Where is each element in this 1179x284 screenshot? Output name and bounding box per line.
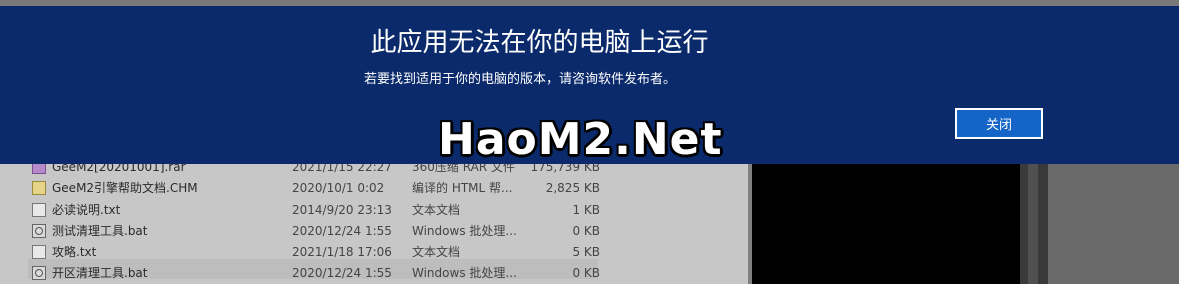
file-type: 文本文档	[412, 203, 461, 217]
batch-file-icon	[32, 224, 46, 238]
file-size: 0 KB	[572, 266, 600, 280]
dialog-title: 此应用无法在你的电脑上运行	[370, 28, 709, 58]
file-list: GeeM2[20201001].rar 2021/1/15 22:27 360压…	[0, 155, 748, 284]
file-row[interactable]: 必读说明.txt 2014/9/20 23:13 文本文档 1 KB	[30, 200, 630, 220]
file-type: Windows 批处理...	[412, 224, 517, 238]
file-type: 编译的 HTML 帮...	[412, 181, 513, 195]
file-date: 2014/9/20 23:13	[292, 203, 392, 217]
file-type: Windows 批处理...	[412, 266, 517, 280]
file-name: 开区清理工具.bat	[52, 266, 148, 280]
file-size: 1 KB	[572, 203, 600, 217]
file-row[interactable]: 测试清理工具.bat 2020/12/24 1:55 Windows 批处理..…	[30, 221, 630, 241]
close-button[interactable]: 关闭	[955, 108, 1043, 139]
watermark-text: HaoM2.Net	[438, 114, 723, 165]
file-size: 0 KB	[572, 224, 600, 238]
dialog-message: 若要找到适用于你的电脑的版本，请咨询软件发布者。	[364, 72, 677, 87]
background-window	[1048, 155, 1179, 284]
text-file-icon	[32, 203, 46, 217]
file-type: 文本文档	[412, 245, 461, 259]
file-size: 2,825 KB	[545, 181, 600, 195]
file-row[interactable]: 开区清理工具.bat 2020/12/24 1:55 Windows 批处理..…	[30, 263, 630, 283]
file-name: 必读说明.txt	[52, 203, 121, 217]
file-name: 测试清理工具.bat	[52, 224, 148, 238]
chm-file-icon	[32, 181, 46, 195]
file-date: 2020/12/24 1:55	[292, 224, 392, 238]
file-date: 2021/1/18 17:06	[292, 245, 392, 259]
text-file-icon	[32, 245, 46, 259]
file-name: 攻略.txt	[52, 245, 97, 259]
file-date: 2020/10/1 0:02	[292, 181, 385, 195]
preview-pane	[752, 155, 1020, 284]
file-date: 2020/12/24 1:55	[292, 266, 392, 280]
file-size: 5 KB	[572, 245, 600, 259]
batch-file-icon	[32, 266, 46, 280]
file-name: GeeM2引擎帮助文档.CHM	[52, 181, 198, 195]
vertical-scrollbar[interactable]	[1020, 155, 1048, 284]
file-row[interactable]: 攻略.txt 2021/1/18 17:06 文本文档 5 KB	[30, 242, 630, 262]
file-row[interactable]: GeeM2引擎帮助文档.CHM 2020/10/1 0:02 编译的 HTML …	[30, 178, 630, 198]
